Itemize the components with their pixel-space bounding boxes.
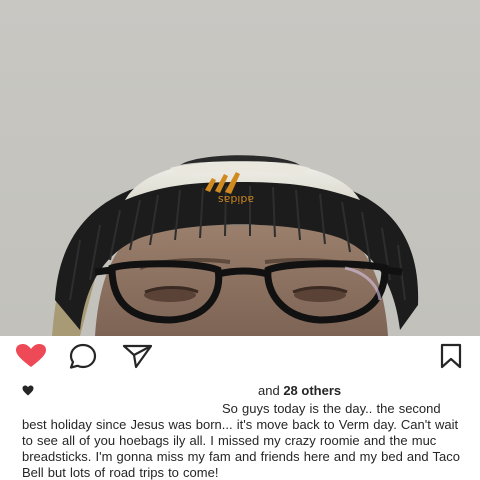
hat-logo-text: adidas: [218, 193, 255, 206]
like-button[interactable]: [14, 343, 48, 369]
heart-icon: [16, 344, 46, 367]
likes-prefix: and: [258, 383, 284, 398]
action-bar: [0, 336, 480, 376]
likes-summary[interactable]: and 28 others: [258, 383, 341, 398]
share-button[interactable]: [120, 343, 154, 369]
comment-button[interactable]: [66, 343, 100, 369]
likes-count: 28 others: [283, 383, 342, 398]
post-photo[interactable]: adidas: [0, 0, 480, 336]
post-caption: So guys today is the day.. the second be…: [22, 401, 460, 480]
save-button[interactable]: [434, 343, 468, 369]
small-heart-icon: [22, 385, 34, 396]
paper-plane-icon: [122, 344, 153, 369]
comment-bubble-icon: [69, 343, 97, 369]
bookmark-icon: [440, 343, 462, 369]
selfie-illustration: adidas: [0, 0, 480, 336]
likes-row: and 28 others: [0, 382, 480, 400]
